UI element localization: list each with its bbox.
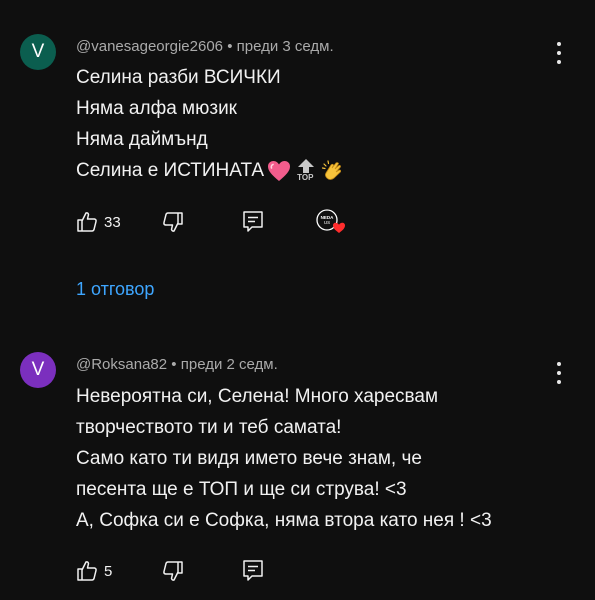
like-count: 5 xyxy=(104,562,113,580)
comment-text: Селина разби ВСИЧКИ Няма алфа мюзик Няма… xyxy=(76,62,345,186)
thumbs-down-icon xyxy=(162,560,184,582)
comment-line: песента ще е ТОП и ще си струва! <3 xyxy=(76,479,407,500)
like-button[interactable]: 5 xyxy=(76,558,112,584)
avatar-letter: V xyxy=(31,359,45,380)
comment-line: творчеството ти и теб самата! xyxy=(76,417,342,438)
thumbs-up-icon xyxy=(76,211,98,233)
comment-meta: @Roksana82 • преди 2 седм. xyxy=(76,356,278,373)
comment-text: Невероятна си, Селена! Много харесвам тв… xyxy=(76,381,492,536)
comment-line: Няма даймънд xyxy=(76,129,208,150)
comment-line: Селина разби ВСИЧКИ xyxy=(76,67,281,88)
author-name[interactable]: @Roksana82 xyxy=(76,356,167,373)
svg-text:US: US xyxy=(324,220,330,225)
comment-time[interactable]: преди 2 седм. xyxy=(181,356,278,373)
comment-line: Няма алфа мюзик xyxy=(76,98,237,119)
more-options-icon[interactable] xyxy=(549,42,569,64)
top-arrow-emoji: TOP xyxy=(294,158,318,184)
reply-icon xyxy=(242,210,264,234)
reply-button[interactable] xyxy=(242,558,264,584)
dislike-button[interactable] xyxy=(162,558,184,584)
dislike-button[interactable] xyxy=(162,209,184,235)
reply-button[interactable] xyxy=(242,209,264,235)
comment-line: Селина е ИСТИНАТА xyxy=(76,160,265,181)
replies-toggle[interactable]: 1 отговор xyxy=(76,279,154,300)
like-button[interactable]: 33 xyxy=(76,209,121,235)
comment-time[interactable]: преди 3 седм. xyxy=(237,38,334,55)
reply-icon xyxy=(242,559,264,583)
comment-line: Невероятна си, Селена! Много харесвам xyxy=(76,386,439,407)
like-count: 33 xyxy=(104,213,121,231)
creator-heart: NEDA US xyxy=(316,209,346,235)
heart-emoji xyxy=(267,160,291,182)
creator-avatar-icon: NEDA US xyxy=(316,209,346,235)
comment-line-with-emojis: Селина е ИСТИНАТА TOP xyxy=(76,155,345,186)
clapping-hands-emoji xyxy=(321,159,345,183)
top-label: TOP xyxy=(297,172,314,182)
thumbs-down-icon xyxy=(162,211,184,233)
comment-line: Само като ти видя името вече знам, че xyxy=(76,448,422,469)
comment-line: А, Софка си е Софка, няма втора като нея… xyxy=(76,510,492,531)
avatar[interactable]: V xyxy=(20,34,56,70)
meta-separator: • xyxy=(171,356,177,373)
author-name[interactable]: @vanesageorgie2606 xyxy=(76,38,223,55)
avatar[interactable]: V xyxy=(20,352,56,388)
avatar-letter: V xyxy=(31,41,45,62)
meta-separator: • xyxy=(227,38,233,55)
comment-meta: @vanesageorgie2606 • преди 3 седм. xyxy=(76,38,334,55)
thumbs-up-icon xyxy=(76,560,98,582)
more-options-icon[interactable] xyxy=(549,362,569,384)
